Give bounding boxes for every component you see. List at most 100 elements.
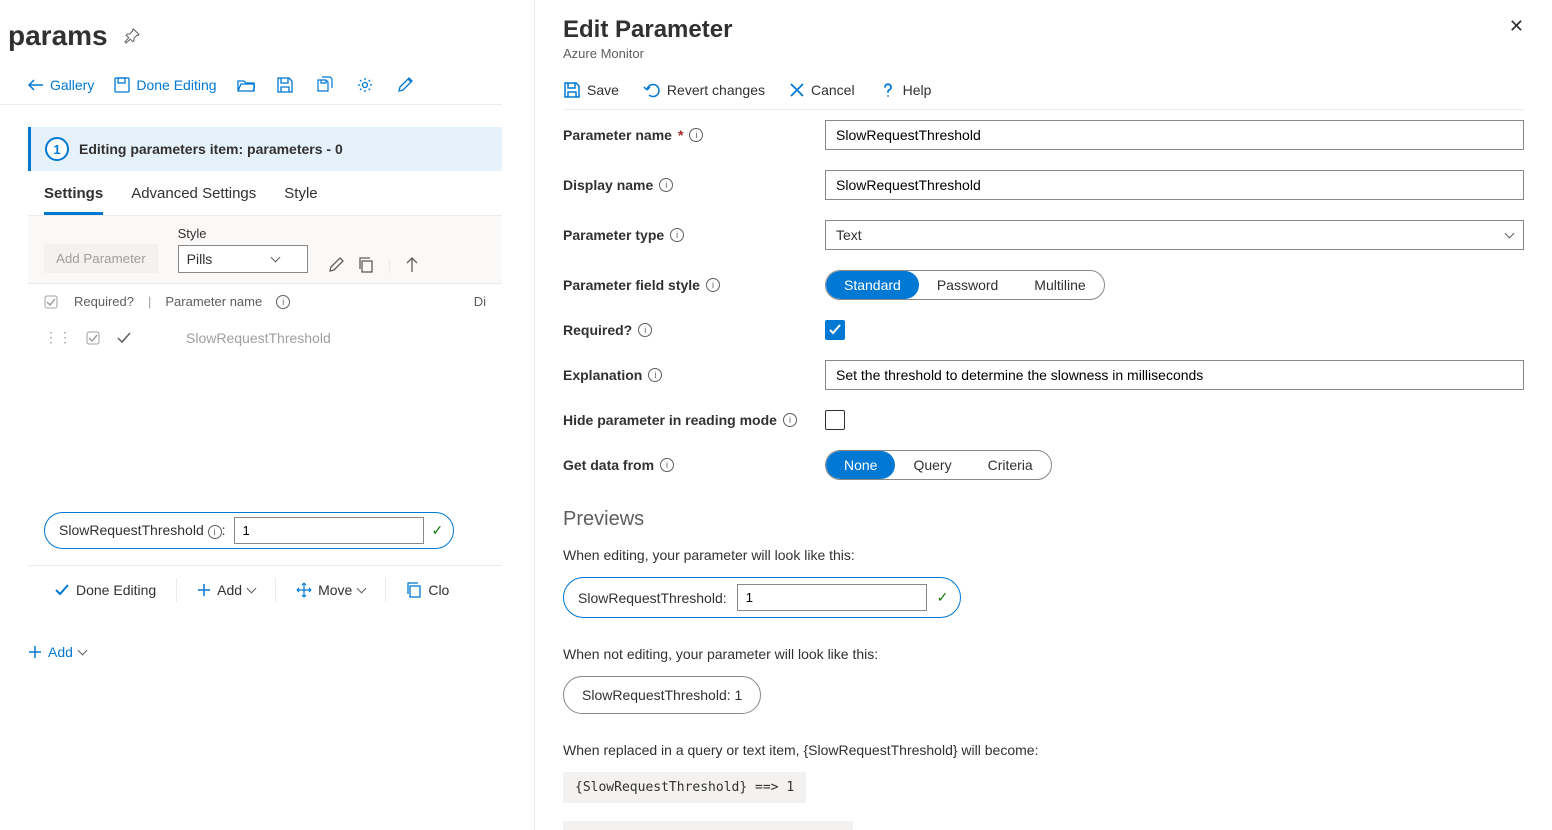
editing-desc: When editing, your parameter will look l… — [563, 539, 1524, 577]
add-bottom-button[interactable]: Add — [187, 576, 265, 604]
hide-checkbox[interactable] — [825, 410, 845, 430]
panel-subtitle: Azure Monitor — [563, 46, 732, 61]
field-style-password[interactable]: Password — [919, 271, 1016, 299]
save-as-icon[interactable] — [317, 76, 337, 94]
save-button[interactable]: Save — [563, 81, 619, 99]
gear-icon[interactable] — [357, 77, 377, 93]
cancel-button[interactable]: Cancel — [789, 81, 855, 99]
editor-header: 1 Editing parameters item: parameters - … — [28, 127, 502, 171]
arrow-up-icon[interactable] — [405, 257, 419, 273]
get-data-label: Get data from i — [563, 457, 813, 473]
param-type-label: Parameter type i — [563, 227, 813, 243]
required-label: Required? i — [563, 322, 813, 338]
main-toolbar: Gallery Done Editing — [0, 52, 502, 105]
not-editing-desc: When not editing, your parameter will lo… — [563, 638, 1524, 676]
info-icon[interactable]: i — [783, 413, 797, 427]
field-style-standard[interactable]: Standard — [826, 271, 919, 299]
pencil-icon[interactable] — [397, 77, 417, 93]
save-icon — [114, 77, 130, 93]
info-icon[interactable]: i — [659, 178, 673, 192]
panel-toolbar: Save Revert changes Cancel Help — [563, 67, 1524, 110]
clone-button[interactable]: Clo — [396, 576, 459, 604]
move-button[interactable]: Move — [286, 576, 375, 604]
param-name-input[interactable] — [825, 120, 1524, 150]
row-name-text: SlowRequestThreshold — [146, 330, 331, 346]
plus-icon — [197, 583, 211, 597]
get-data-none[interactable]: None — [826, 451, 895, 479]
parameter-pill[interactable]: SlowRequestThreshold i: ✓ — [44, 512, 454, 549]
copy-icon[interactable] — [358, 257, 374, 273]
add-parameter-button[interactable]: Add Parameter — [44, 244, 158, 273]
bottom-toolbar: Done Editing Add Move Clo — [28, 565, 502, 614]
chevron-down-icon — [1505, 228, 1515, 238]
table-row[interactable]: ⋮⋮ SlowRequestThreshold — [28, 319, 502, 356]
style-select[interactable]: Pills — [178, 245, 308, 273]
preview-editing-input[interactable] — [737, 584, 927, 611]
arrow-left-icon — [28, 79, 44, 91]
explanation-input[interactable] — [825, 360, 1524, 390]
get-data-group: None Query Criteria — [825, 450, 1052, 480]
revert-button[interactable]: Revert changes — [643, 81, 765, 99]
plus-icon — [28, 645, 42, 659]
info-icon[interactable]: i — [638, 323, 652, 337]
previews-title: Previews — [563, 490, 1524, 539]
chevron-down-icon — [77, 645, 87, 655]
checkbox-checked-icon[interactable] — [86, 331, 100, 345]
editor-header-title: Editing parameters item: parameters - 0 — [79, 141, 343, 157]
panel-title: Edit Parameter — [563, 16, 732, 44]
info-icon[interactable]: i — [670, 228, 684, 242]
done-editing-button[interactable]: Done Editing — [114, 77, 216, 93]
display-name-input[interactable] — [825, 170, 1524, 200]
code-preview-2: {SlowRequestThreshold:label} ==> 1 — [563, 821, 853, 830]
close-icon[interactable]: ✕ — [1509, 16, 1524, 37]
tab-style[interactable]: Style — [284, 185, 317, 215]
edit-icon[interactable] — [328, 257, 344, 273]
info-icon[interactable]: i — [276, 295, 290, 309]
done-editing-bottom-button[interactable]: Done Editing — [44, 576, 166, 604]
help-button[interactable]: Help — [879, 81, 932, 99]
field-style-label: Parameter field style i — [563, 277, 813, 293]
tab-advanced[interactable]: Advanced Settings — [131, 185, 256, 215]
explanation-label: Explanation i — [563, 367, 813, 383]
check-icon — [54, 584, 70, 596]
param-name-label: Parameter name * i — [563, 127, 813, 143]
chevron-down-icon — [357, 583, 367, 593]
copy-icon — [406, 582, 422, 598]
get-data-query[interactable]: Query — [895, 451, 969, 479]
check-icon: ✓ — [432, 522, 450, 539]
undo-icon — [643, 81, 661, 99]
gallery-button[interactable]: Gallery — [28, 77, 94, 93]
open-icon[interactable] — [237, 78, 257, 92]
check-icon — [116, 332, 132, 344]
add-section-button[interactable]: Add — [0, 614, 502, 690]
editor-tabs: Settings Advanced Settings Style — [28, 171, 502, 216]
required-checkbox[interactable] — [825, 320, 845, 340]
x-icon — [789, 82, 805, 98]
style-row: Add Parameter Style Pills | — [28, 216, 502, 284]
check-icon — [828, 324, 842, 336]
pill-label: SlowRequestThreshold i: — [59, 522, 226, 539]
field-style-multiline[interactable]: Multiline — [1016, 271, 1103, 299]
info-icon[interactable]: i — [648, 368, 662, 382]
page-title: params — [0, 20, 502, 52]
page-title-text: params — [8, 20, 108, 52]
tab-settings[interactable]: Settings — [44, 185, 103, 215]
drag-handle-icon[interactable]: ⋮⋮ — [44, 329, 72, 346]
edit-parameter-panel: Edit Parameter Azure Monitor ✕ Save Reve… — [534, 0, 1552, 830]
pin-icon[interactable] — [124, 28, 140, 44]
save-disk-icon[interactable] — [277, 77, 297, 93]
col-required: Required? — [74, 294, 134, 309]
save-icon — [563, 81, 581, 99]
get-data-criteria[interactable]: Criteria — [970, 451, 1051, 479]
info-icon[interactable]: i — [689, 128, 703, 142]
info-icon[interactable]: i — [660, 458, 674, 472]
info-icon[interactable]: i — [706, 278, 720, 292]
step-badge: 1 — [45, 137, 69, 161]
parameters-editor: 1 Editing parameters item: parameters - … — [28, 127, 502, 614]
question-icon — [879, 81, 897, 99]
chevron-down-icon — [247, 583, 257, 593]
checkbox-icon — [44, 295, 58, 309]
pill-input[interactable] — [234, 517, 424, 544]
param-type-select[interactable]: Text — [825, 220, 1524, 250]
grid-header: Required? | Parameter name i Di — [28, 284, 502, 319]
